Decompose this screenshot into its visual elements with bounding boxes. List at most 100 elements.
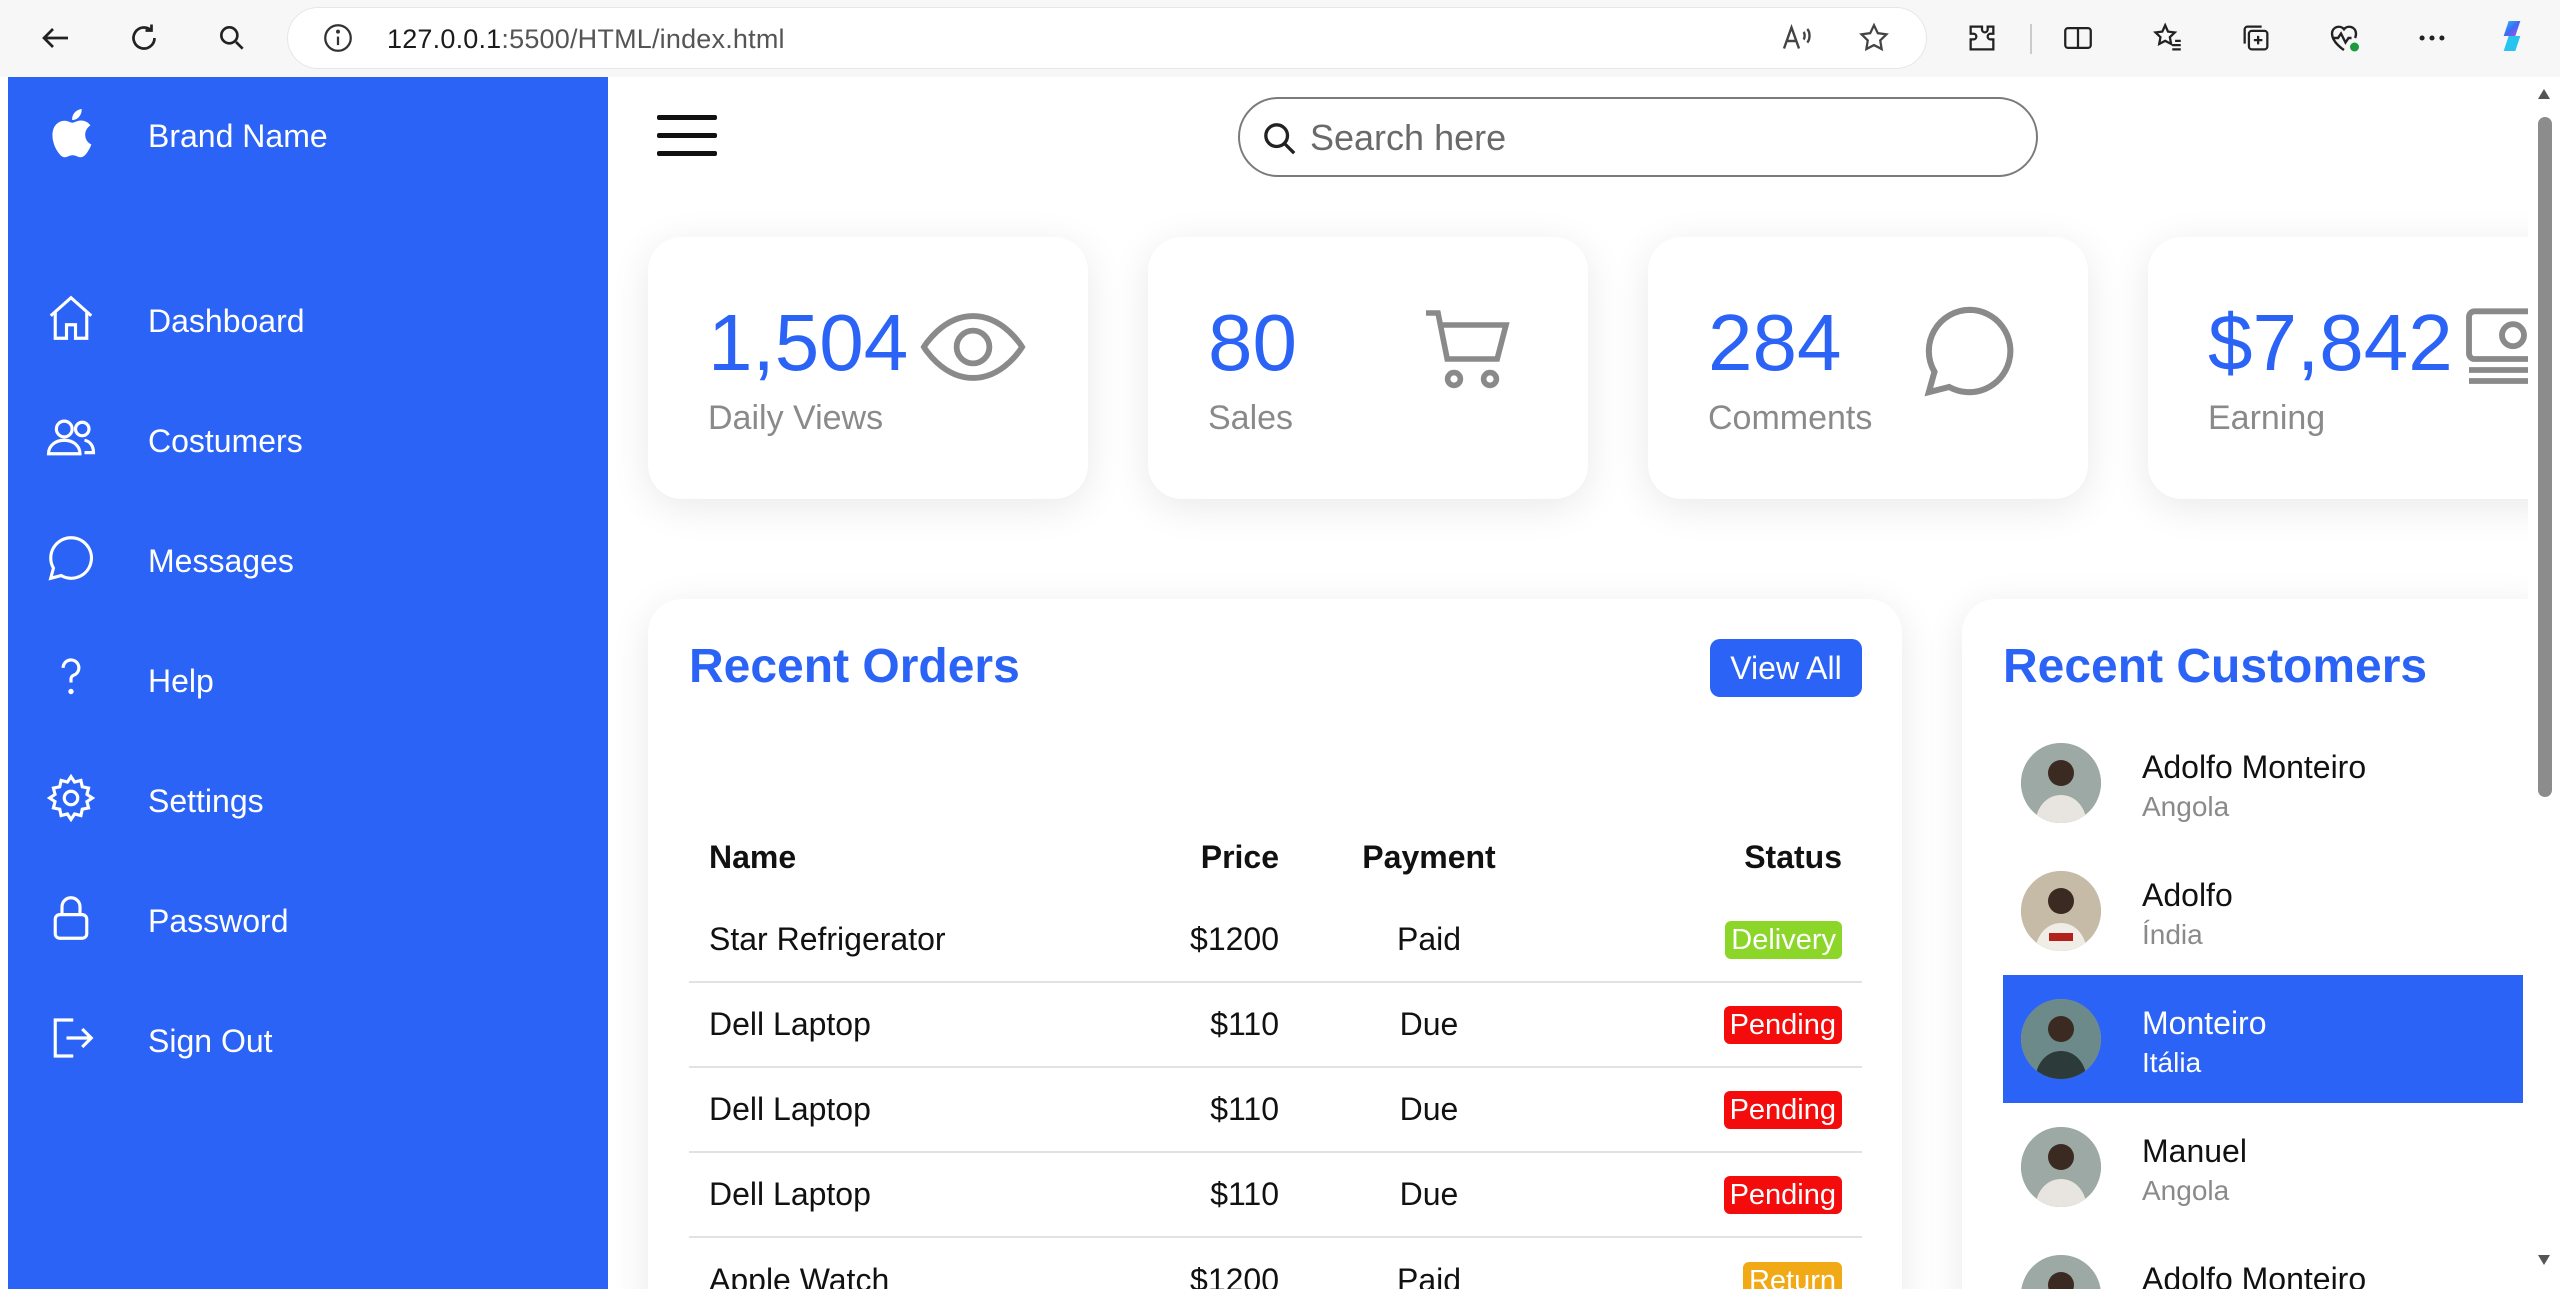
- sidebar-item-label: Password: [148, 903, 289, 939]
- url-text[interactable]: 127.0.0.1:5500/HTML/index.html: [387, 24, 785, 55]
- info-icon[interactable]: [318, 18, 358, 58]
- order-payment: Paid: [1396, 1261, 1462, 1290]
- split-screen-icon[interactable]: [2058, 18, 2098, 58]
- table-row[interactable]: Star Refrigerator $1200 Paid Delivery: [689, 897, 1862, 983]
- health-icon[interactable]: [2324, 18, 2364, 58]
- copilot-icon[interactable]: [2492, 16, 2532, 56]
- column-header-payment[interactable]: Payment: [1279, 817, 1579, 897]
- card-caption: Daily Views: [708, 399, 884, 437]
- customer-item[interactable]: Adolfo Índia: [2003, 847, 2523, 975]
- sidebar-item-settings[interactable]: Settings: [8, 769, 608, 869]
- table-row[interactable]: Dell Laptop $110 Due Pending: [689, 982, 1862, 1068]
- order-payment: Due: [1279, 1067, 1579, 1153]
- scrollbar-thumb[interactable]: [2538, 117, 2552, 797]
- customer-item[interactable]: Adolfo Monteiro Angola: [2003, 719, 2523, 847]
- brand-logo[interactable]: [46, 93, 94, 173]
- search-icon[interactable]: [212, 18, 252, 58]
- order-name: Dell Laptop: [689, 1067, 1129, 1153]
- sidebar-item-label: Sign Out: [148, 1023, 273, 1059]
- table-row[interactable]: Apple Watch $1200 Paid Return: [689, 1237, 1862, 1289]
- card-caption: Earning: [2208, 399, 2326, 437]
- order-price: $1200: [1129, 897, 1279, 983]
- card-sales[interactable]: 80 Sales: [1148, 237, 1588, 499]
- sidebar-item-password[interactable]: Password: [8, 889, 608, 989]
- column-header-name[interactable]: Name: [689, 817, 1129, 897]
- cart-icon: [1418, 301, 1518, 402]
- order-payment: Paid: [1279, 897, 1579, 983]
- more-icon[interactable]: [2412, 18, 2452, 58]
- customer-item[interactable]: Adolfo Monteiro: [2003, 1231, 2523, 1289]
- page: Brand Name Dashboard Costumers Messages …: [8, 77, 2528, 1289]
- recent-customers-panel: Recent Customers Adolfo Monteiro Angola …: [1962, 599, 2528, 1289]
- card-caption: Sales: [1208, 399, 1294, 437]
- back-icon[interactable]: [36, 18, 76, 58]
- avatar: [2021, 743, 2101, 823]
- browser-toolbar: 127.0.0.1:5500/HTML/index.html: [0, 0, 2560, 77]
- status-badge: Delivery: [1725, 920, 1842, 959]
- favorites-icon[interactable]: [2148, 18, 2188, 58]
- customer-name: Adolfo: [2142, 877, 2233, 913]
- eye-icon: [918, 307, 1028, 392]
- status-badge: Return: [1742, 1261, 1842, 1289]
- avatar: [2021, 1127, 2101, 1207]
- address-bar[interactable]: 127.0.0.1:5500/HTML/index.html: [288, 8, 1926, 68]
- sidebar-item-messages[interactable]: Messages: [8, 529, 608, 629]
- sidebar: Brand Name Dashboard Costumers Messages …: [8, 77, 608, 1289]
- column-header-status[interactable]: Status: [1579, 817, 1862, 897]
- scroll-up-arrow-icon[interactable]: [2536, 87, 2552, 101]
- card-number: 1,504: [708, 298, 909, 387]
- sidebar-item-help[interactable]: Help: [8, 649, 608, 749]
- status-badge: Pending: [1723, 1091, 1842, 1129]
- page-scrollbar[interactable]: [2528, 77, 2560, 1297]
- refresh-icon[interactable]: [124, 18, 164, 58]
- customer-name: Manuel: [2142, 1133, 2247, 1169]
- table-header-row: Name Price Payment Status: [689, 817, 1862, 897]
- sidebar-item-dashboard[interactable]: Dashboard: [8, 289, 608, 389]
- order-name: Apple Watch: [709, 1261, 890, 1290]
- avatar: [2021, 999, 2101, 1079]
- sidebar-item-sign-out[interactable]: Sign Out: [8, 1009, 608, 1109]
- brand-name[interactable]: Brand Name: [148, 118, 328, 155]
- card-daily-views[interactable]: 1,504 Daily Views: [648, 237, 1088, 499]
- search-bar[interactable]: [1238, 97, 2038, 177]
- card-comments[interactable]: 284 Comments: [1648, 237, 2088, 499]
- order-name: Dell Laptop: [689, 982, 1129, 1068]
- table-row[interactable]: Dell Laptop $110 Due Pending: [689, 1152, 1862, 1238]
- scroll-down-arrow-icon[interactable]: [2536, 1253, 2552, 1267]
- avatar: [2021, 1255, 2101, 1289]
- customer-item[interactable]: Manuel Angola: [2003, 1103, 2523, 1231]
- view-all-button[interactable]: View All: [1710, 639, 1862, 697]
- order-status-cell: Pending: [1579, 982, 1862, 1068]
- chat-icon: [42, 529, 100, 587]
- column-header-price[interactable]: Price: [1129, 817, 1279, 897]
- order-payment: Due: [1279, 982, 1579, 1068]
- cash-icon: [2458, 303, 2528, 398]
- order-name: Star Refrigerator: [689, 897, 1129, 983]
- menu-toggle-icon[interactable]: [657, 115, 717, 157]
- customer-country: Angola: [2142, 1175, 2230, 1206]
- avatar: [2021, 871, 2101, 951]
- table-row[interactable]: Dell Laptop $110 Due Pending: [689, 1067, 1862, 1153]
- sidebar-item-label: Dashboard: [148, 303, 305, 339]
- toolbar-divider: [2030, 24, 2032, 54]
- order-status-cell: Pending: [1579, 1152, 1862, 1238]
- url-path: :5500/HTML/index.html: [501, 24, 785, 54]
- home-icon: [42, 289, 100, 347]
- people-icon: [42, 409, 100, 467]
- sidebar-item-label: Costumers: [148, 423, 303, 459]
- card-number: 80: [1208, 298, 1297, 387]
- orders-table: Name Price Payment Status Star Refrigera…: [689, 817, 1862, 1289]
- order-price: $110: [1129, 1067, 1279, 1153]
- extensions-icon[interactable]: [1962, 18, 2002, 58]
- favorite-star-icon[interactable]: [1854, 18, 1894, 58]
- customer-name: Adolfo Monteiro: [2142, 1261, 2367, 1289]
- recent-customers-title: Recent Customers: [2003, 640, 2428, 693]
- sidebar-item-costumers[interactable]: Costumers: [8, 409, 608, 509]
- card-earning[interactable]: $7,842 Earning: [2148, 237, 2528, 499]
- collections-icon[interactable]: [2236, 18, 2276, 58]
- order-price: $110: [1129, 1152, 1279, 1238]
- customer-item-selected[interactable]: Monteiro Itália: [2003, 975, 2523, 1103]
- read-aloud-icon[interactable]: [1776, 18, 1816, 58]
- customer-country: Itália: [2142, 1047, 2202, 1078]
- search-input[interactable]: [1310, 113, 2010, 163]
